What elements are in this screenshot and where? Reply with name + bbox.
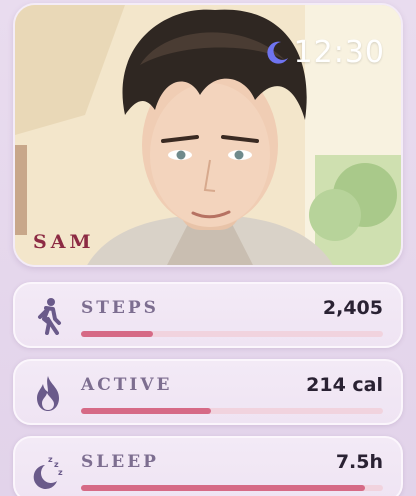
active-progress-fill — [81, 408, 211, 414]
sleep-progress-track — [81, 485, 383, 491]
sleep-value: 7.5h — [335, 451, 383, 473]
svg-text:z: z — [58, 468, 63, 477]
character-name: SAM — [33, 231, 95, 253]
sleep-label: SLEEP — [81, 452, 159, 472]
active-value: 214 cal — [306, 374, 383, 396]
sleep-progress-fill — [81, 485, 365, 491]
sleep-card[interactable]: z z z SLEEP 7.5h — [13, 436, 403, 496]
flame-icon — [37, 376, 59, 411]
steps-progress-fill — [81, 331, 154, 337]
moon-zzz-icon: z z z — [33, 455, 63, 489]
crescent-moon-icon — [266, 41, 288, 64]
clock-time: 12:30 — [293, 35, 385, 70]
svg-text:z: z — [48, 455, 53, 464]
status-clock: 12:30 — [264, 35, 385, 70]
steps-progress-track — [81, 331, 383, 337]
active-progress-track — [81, 408, 383, 414]
active-label: ACTIVE — [81, 375, 173, 395]
steps-label: STEPS — [81, 298, 159, 318]
walking-person-icon — [38, 298, 61, 335]
active-card[interactable]: ACTIVE 214 cal — [13, 359, 403, 425]
character-card[interactable]: 12:30 SAM — [13, 3, 403, 267]
steps-card[interactable]: STEPS 2,405 — [13, 282, 403, 348]
steps-value: 2,405 — [322, 297, 383, 319]
